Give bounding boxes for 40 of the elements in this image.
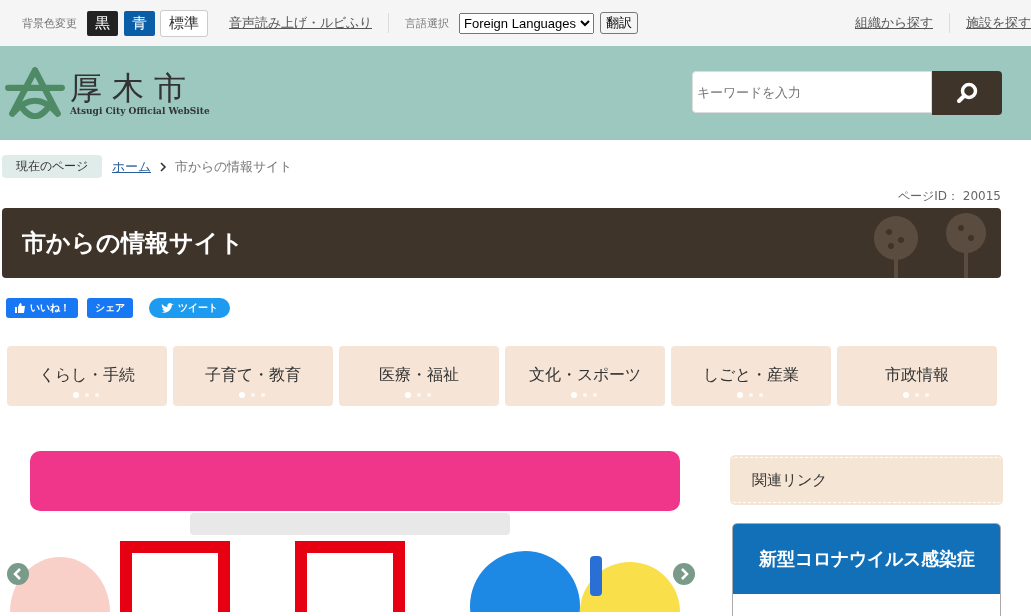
corona-heading[interactable]: 新型コロナウイルス感染症 — [733, 524, 1000, 594]
background-color-label: 背景色変更 — [22, 15, 77, 31]
category-tab[interactable]: 医療・福祉 — [339, 346, 499, 406]
dots-icon — [736, 391, 766, 398]
category-tab[interactable]: 文化・スポーツ — [505, 346, 665, 406]
language-select[interactable]: Foreign Languages — [459, 12, 594, 34]
language-label: 言語選択 — [405, 15, 449, 31]
dots-icon — [72, 391, 102, 398]
background-color-button[interactable]: 標準 — [161, 10, 207, 36]
search-button[interactable] — [932, 71, 1002, 115]
search-field[interactable]: キーワードを入力 — [692, 71, 932, 113]
background-color-button[interactable]: 青 — [124, 10, 155, 36]
logo-subtitle: Atsugi City Official WebSite — [70, 106, 210, 116]
dots-icon — [902, 391, 932, 398]
dots-icon — [238, 391, 268, 398]
logo-icon — [4, 67, 66, 119]
top-link[interactable]: 組織から探す — [855, 14, 933, 32]
translate-button[interactable]: 翻訳 — [600, 12, 638, 34]
bird-icon — [161, 302, 174, 314]
related-links-heading: 関連リンク — [732, 457, 1001, 503]
page-id: ページID： 20015 — [898, 188, 1001, 205]
page-title: 市からの情報サイト — [22, 228, 244, 259]
logo-title: 厚木市 — [70, 70, 197, 106]
read-aloud-link[interactable]: 音声読み上げ・ルビふり — [229, 14, 372, 32]
chevron-icon — [159, 161, 167, 172]
social-button[interactable]: シェア — [87, 298, 133, 318]
background-color-button[interactable]: 黒 — [87, 10, 118, 36]
category-tab[interactable]: 子育て・教育 — [173, 346, 333, 406]
dots-icon — [404, 391, 434, 398]
breadcrumb-link[interactable]: ホーム — [112, 157, 151, 176]
category-tab[interactable]: くらし・手続 — [7, 346, 167, 406]
dots-icon — [570, 391, 600, 398]
search-icon — [955, 81, 979, 105]
thumbs-up-icon — [14, 302, 26, 314]
category-tab[interactable]: しごと・産業 — [671, 346, 831, 406]
social-button[interactable]: いいね！ — [6, 298, 78, 318]
top-link[interactable]: 施設を探す — [966, 14, 1031, 32]
current-page-label: 現在のページ — [2, 155, 102, 178]
breadcrumb-current: 市からの情報サイト — [175, 157, 292, 176]
category-tab[interactable]: 市政情報 — [837, 346, 997, 406]
